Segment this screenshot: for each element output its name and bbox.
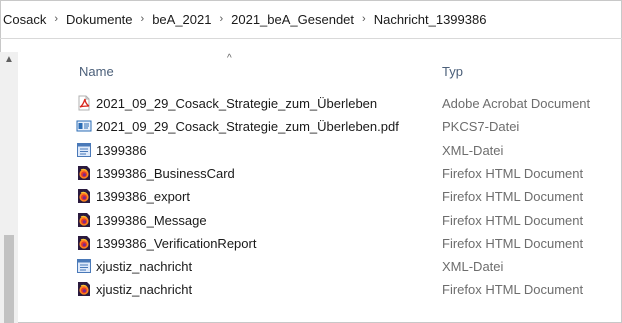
pkcs7-icon [76, 118, 92, 134]
file-name: xjustiz_nachricht [96, 259, 193, 275]
file-name: 2021_09_29_Cosack_Strategie_zum_Überlebe… [96, 119, 399, 135]
firefox-html-icon [76, 188, 92, 204]
file-type: Firefox HTML Document [442, 165, 584, 181]
file-name: 2021_09_29_Cosack_Strategie_zum_Überlebe… [96, 96, 378, 111]
file-type: Firefox HTML Document [442, 189, 584, 205]
file-row[interactable]: 1399386_export Firefox HTML Document [0, 185, 622, 208]
address-bar[interactable]: Cosack › Dokumente › beA_2021 › 2021_beA… [0, 0, 622, 39]
breadcrumb-nachricht[interactable]: Nachricht_1399386 [370, 12, 491, 27]
file-row[interactable]: xjustiz_nachricht XML-Datei [0, 255, 622, 278]
file-name: 1399386_VerificationReport [96, 235, 257, 251]
chevron-right-icon[interactable]: › [358, 13, 370, 25]
chevron-right-icon[interactable]: › [215, 13, 227, 25]
file-row[interactable]: 1399386_VerificationReport Firefox HTML D… [0, 232, 622, 255]
firefox-html-icon [76, 281, 92, 297]
firefox-html-icon [76, 235, 92, 251]
file-name: xjustiz_nachricht [96, 282, 193, 298]
column-header-type[interactable]: Typ [442, 64, 463, 79]
file-type: Firefox HTML Document [442, 235, 584, 251]
file-type: PKCS7-Datei [442, 119, 520, 135]
column-header-name[interactable]: Name [79, 64, 114, 79]
file-row[interactable]: 1399386 XML-Datei [0, 139, 622, 162]
file-name: 1399386_Message [96, 212, 207, 228]
chevron-right-icon[interactable]: › [137, 13, 149, 25]
file-row[interactable]: 2021_09_29_Cosack_Strategie_zum_Überlebe… [0, 92, 622, 115]
scroll-up-icon[interactable]: ▲ [0, 52, 18, 68]
file-type: XML-Datei [442, 259, 504, 275]
breadcrumb-bea-gesendet[interactable]: 2021_beA_Gesendet [227, 12, 358, 27]
file-type: Firefox HTML Document [442, 212, 584, 228]
chevron-right-icon[interactable]: › [50, 13, 62, 25]
file-row[interactable]: 1399386_Message Firefox HTML Document [0, 209, 622, 232]
file-type: Adobe Acrobat Document [442, 96, 591, 111]
firefox-html-icon [76, 165, 92, 181]
file-type: Firefox HTML Document [442, 282, 584, 298]
sort-ascending-icon: ^ [227, 53, 232, 64]
file-name: 1399386_BusinessCard [96, 165, 235, 181]
file-row[interactable]: 1399386_BusinessCard Firefox HTML Documen… [0, 162, 622, 185]
file-name: 1399386 [96, 142, 147, 158]
breadcrumb-dokumente[interactable]: Dokumente [62, 12, 136, 27]
file-row[interactable]: xjustiz_nachricht Firefox HTML Document [0, 278, 622, 301]
pdf-icon [76, 95, 92, 111]
breadcrumb-bea-2021[interactable]: beA_2021 [148, 12, 215, 27]
file-row[interactable]: 2021_09_29_Cosack_Strategie_zum_Überlebe… [0, 115, 622, 138]
file-type: XML-Datei [442, 142, 504, 158]
breadcrumb-cosack[interactable]: Cosack [0, 12, 50, 27]
file-name: 1399386_export [96, 189, 190, 205]
xml-icon [76, 142, 92, 158]
xml-icon [76, 258, 92, 274]
firefox-html-icon [76, 212, 92, 228]
